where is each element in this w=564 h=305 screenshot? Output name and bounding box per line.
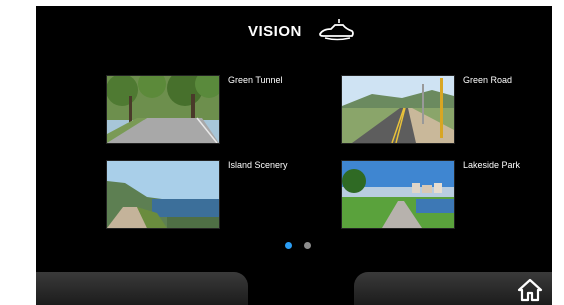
- vision-screen: VISION Green Tunnel Green Road Island Sc…: [36, 6, 552, 305]
- lakeside-path-photo: [341, 160, 455, 229]
- gallery-item-label: Green Road: [463, 75, 513, 85]
- page-dot-inactive[interactable]: [304, 242, 311, 249]
- coastal-path-photo: [106, 160, 220, 229]
- gallery-item-label: Lakeside Park: [463, 160, 521, 170]
- highway-photo: [341, 75, 455, 144]
- page-indicator: [285, 242, 315, 252]
- car-icon: [319, 19, 354, 41]
- tree-lined-road-photo: [106, 75, 220, 144]
- page-title: VISION: [248, 23, 302, 40]
- bottom-bar: [36, 272, 552, 305]
- header: VISION: [36, 6, 552, 54]
- home-icon[interactable]: [517, 278, 543, 302]
- gallery-item-label: Island Scenery: [228, 160, 288, 170]
- bottom-bar-left-panel: [36, 272, 248, 305]
- page-dot-active[interactable]: [285, 242, 292, 249]
- gallery-item-label: Green Tunnel: [228, 75, 283, 85]
